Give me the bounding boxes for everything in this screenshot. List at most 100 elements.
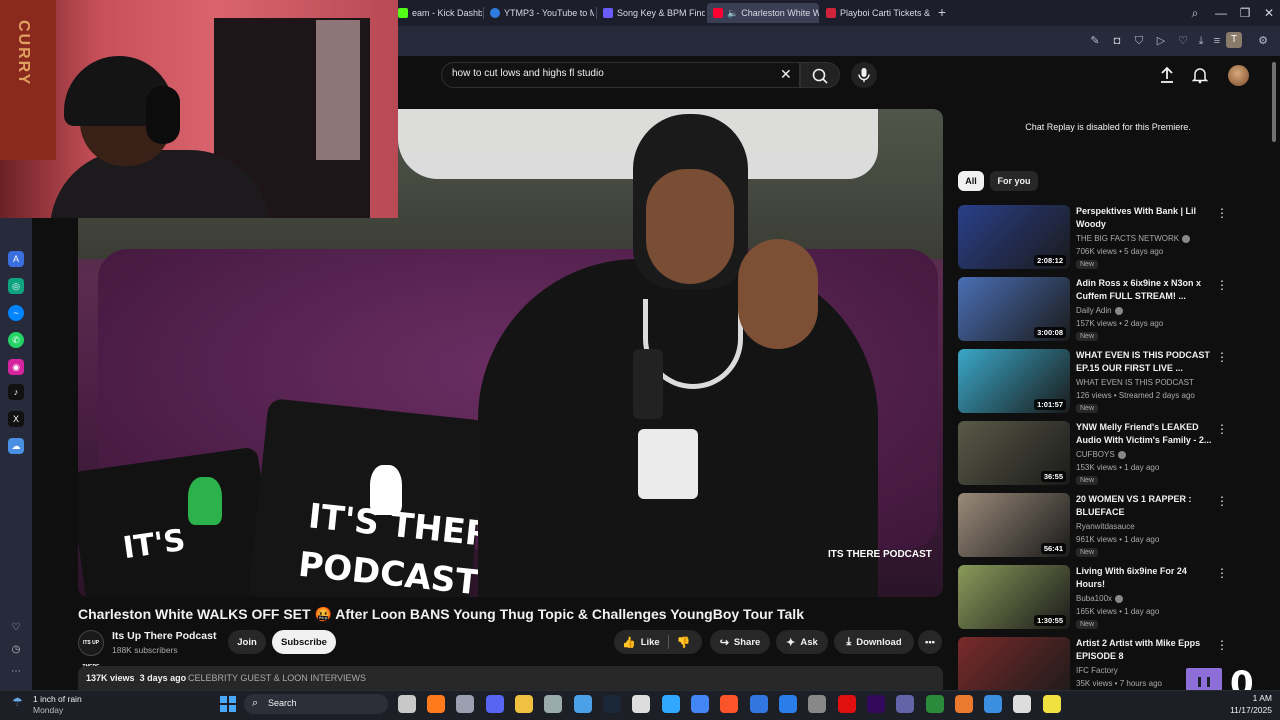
recommended-channel[interactable]: CUFBOYS [1076,450,1126,459]
camera-icon[interactable]: ◘ [1110,34,1124,48]
taskbar-app-icon[interactable] [926,695,944,713]
search-button[interactable] [800,62,840,88]
minimize-button[interactable]: — [1212,4,1230,22]
instagram-icon[interactable]: ◉ [8,359,24,375]
more-options-icon[interactable]: ⋮ [1216,205,1228,221]
taskbar-app-icon[interactable] [896,695,914,713]
play-icon[interactable]: ▷ [1154,34,1168,48]
edit-icon[interactable]: ✎ [1088,34,1102,48]
more-options-icon[interactable]: ⋮ [1216,277,1228,293]
chip-all[interactable]: All [958,171,984,191]
video-thumbnail[interactable]: 1:30:55 [958,565,1070,629]
weather-status[interactable]: 1 inch of rain [33,694,82,704]
recommended-video[interactable]: 1:30:55 Living With 6ix9ine For 24 Hours… [958,565,1258,631]
tab-search-icon[interactable]: ⌕ [1186,4,1204,22]
recommended-video-title[interactable]: Perspektives With Bank | Lil Woody [1076,205,1214,231]
recommended-channel[interactable]: THE BIG FACTS NETWORK [1076,234,1191,243]
tab-playboi-carti[interactable]: Playboi Carti Tickets & 20 [820,3,930,23]
recommended-video-title[interactable]: Adin Ross x 6ix9ine x N3on x Cuffem FULL… [1076,277,1214,303]
more-options-icon[interactable]: ⋮ [1216,349,1228,365]
recommended-video-title[interactable]: 20 WOMEN VS 1 RAPPER : BLUEFACE [1076,493,1214,519]
subscribe-button[interactable]: Subscribe [272,630,336,654]
video-thumbnail[interactable]: 1:01:57 [958,349,1070,413]
taskbar-app-icon[interactable] [632,695,650,713]
taskbar-app-icon[interactable] [1043,695,1061,713]
clock-time[interactable]: 1 AM [1226,693,1272,703]
taskbar-app-icon[interactable] [779,695,797,713]
more-icon[interactable]: ⋯ [10,666,22,678]
tab-ytmp3[interactable]: YTMP3 - YouTube to MP3 [484,3,594,23]
recommended-channel[interactable]: IFC Factory [1076,666,1118,675]
more-options-icon[interactable]: ⋮ [1216,421,1228,437]
more-options-icon[interactable]: ⋮ [1216,637,1228,653]
recommended-video-title[interactable]: Living With 6ix9ine For 24 Hours! [1076,565,1214,591]
taskbar-app-icon[interactable] [427,695,445,713]
taskbar-app-icon[interactable] [1013,695,1031,713]
more-actions-button[interactable]: ••• [918,630,942,654]
new-tab-button[interactable]: + [934,5,950,21]
taskbar-app-icon[interactable] [603,695,621,713]
extensions-icon[interactable]: ⚙ [1256,34,1270,48]
taskbar-app-icon[interactable] [398,695,416,713]
taskbar-app-icon[interactable] [574,695,592,713]
cloud-icon[interactable]: ☁ [8,438,24,454]
recommended-channel[interactable]: WHAT EVEN IS THIS PODCAST [1076,378,1194,387]
recommended-video[interactable]: 3:00:08 Adin Ross x 6ix9ine x N3on x Cuf… [958,277,1258,343]
taskbar-app-icon[interactable] [838,695,856,713]
video-thumbnail[interactable]: 56:41 [958,493,1070,557]
ask-button[interactable]: ✦ Ask [776,630,828,654]
heart-icon[interactable]: ♡ [10,622,22,634]
taskbar-app-icon[interactable] [486,695,504,713]
thumbs-down-icon[interactable]: 👎 [677,636,691,649]
chip-for-you[interactable]: For you [990,171,1038,191]
taskbar-app-icon[interactable] [750,695,768,713]
taskbar-app-icon[interactable] [867,695,885,713]
download-icon[interactable]: ⤓ [1194,34,1208,48]
voice-search-button[interactable] [851,62,877,88]
tab-song-key-finder[interactable]: Song Key & BPM Finder | [597,3,705,23]
close-window-button[interactable]: ✕ [1260,4,1278,22]
menu-icon[interactable]: ≡ [1210,34,1224,48]
like-button[interactable]: Like [641,637,660,648]
clear-search-icon[interactable]: ✕ [780,66,792,83]
recommended-video-title[interactable]: Artist 2 Artist with Mike Epps EPISODE 8 [1076,637,1214,663]
recommended-video-title[interactable]: WHAT EVEN IS THIS PODCAST EP.15 OUR FIRS… [1076,349,1214,375]
channel-name[interactable]: Its Up There Podcast [112,630,216,642]
taskbar-app-icon[interactable] [720,695,738,713]
recommended-channel[interactable]: Daily Adin [1076,306,1123,315]
upload-icon[interactable] [1158,66,1176,84]
taskbar-app-icon[interactable] [691,695,709,713]
taskbar-app-icon[interactable] [662,695,680,713]
share-button[interactable]: ↪ Share [710,630,770,654]
recommended-video[interactable]: 1:01:57 WHAT EVEN IS THIS PODCAST EP.15 … [958,349,1258,415]
recommended-channel[interactable]: Buba100x [1076,594,1124,603]
taskbar-app-icon[interactable] [955,695,973,713]
video-thumbnail[interactable]: 36:55 [958,421,1070,485]
shield-icon[interactable]: ⛉ [1132,34,1146,48]
taskbar-search-input[interactable] [244,694,388,714]
recommended-channel[interactable]: Ryanwitdasauce [1076,522,1135,531]
more-options-icon[interactable]: ⋮ [1216,565,1228,581]
recommended-video[interactable]: 56:41 20 WOMEN VS 1 RAPPER : BLUEFACE Ry… [958,493,1258,559]
profile-avatar[interactable]: T [1226,32,1242,48]
windows-start-icon[interactable] [220,696,236,712]
messenger-icon[interactable]: ~ [8,305,24,321]
taskbar-app-icon[interactable] [515,695,533,713]
x-icon[interactable]: X [8,411,24,427]
recommended-video[interactable]: 36:55 YNW Melly Friend's LEAKED Audio Wi… [958,421,1258,487]
notifications-bell-icon[interactable] [1191,66,1209,84]
rain-icon[interactable]: ☂ [12,695,28,709]
taskbar-app-icon[interactable] [544,695,562,713]
taskbar-app-icon[interactable] [808,695,826,713]
chatgpt-icon[interactable]: ◎ [8,278,24,294]
recommended-video-title[interactable]: YNW Melly Friend's LEAKED Audio With Vic… [1076,421,1214,447]
aria-icon[interactable]: A [8,251,24,267]
tab-kick-dashboard[interactable]: eam - Kick Dashboard [392,3,482,23]
video-thumbnail[interactable]: 3:00:08 [958,277,1070,341]
whatsapp-icon[interactable]: ✆ [8,332,24,348]
tab-youtube-active[interactable]: 🔈 Charleston White WA [707,3,819,23]
thumbs-up-icon[interactable]: 👍 [622,636,636,649]
clock-date[interactable]: 11/17/2025 [1222,705,1272,715]
account-avatar[interactable] [1228,65,1249,86]
taskbar-app-icon[interactable] [984,695,1002,713]
